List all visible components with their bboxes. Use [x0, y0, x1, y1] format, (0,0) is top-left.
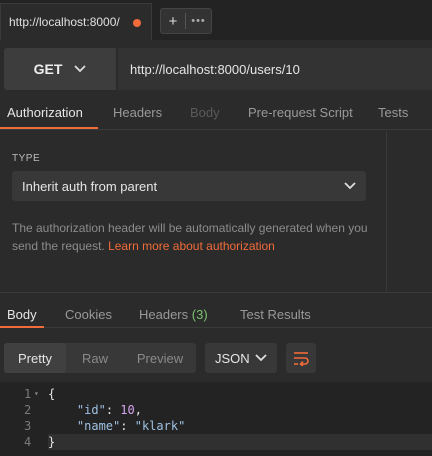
- response-tab-headers-label: Headers: [139, 307, 189, 322]
- code-line: "id": 10,: [76, 403, 142, 417]
- request-tabs: Authorization Headers Body Pre-request S…: [0, 100, 432, 130]
- request-tab-title: http://localhost:8000/: [9, 15, 120, 29]
- wrap-lines-button[interactable]: [286, 343, 316, 373]
- code-line: }: [48, 434, 432, 450]
- line-number: 1 ▾: [24, 386, 39, 402]
- chevron-down-icon: [255, 354, 267, 362]
- tab-body[interactable]: Body: [190, 105, 220, 120]
- tab-actions: + •••: [160, 8, 212, 34]
- view-raw-button[interactable]: Raw: [66, 343, 124, 373]
- auth-description: The authorization header will be automat…: [12, 219, 377, 255]
- code-line: "name": "klark": [76, 419, 186, 433]
- tab-bar: http://localhost:8000/ + •••: [0, 0, 432, 40]
- fold-arrow-icon[interactable]: ▾: [34, 386, 39, 402]
- format-select[interactable]: JSON: [205, 343, 277, 373]
- response-body-editor[interactable]: 1 ▾ 2 3 4 { "id": 10, "name": "klark" }: [0, 382, 432, 456]
- format-value: JSON: [215, 350, 250, 366]
- auth-type-value: Inherit auth from parent: [22, 178, 158, 194]
- tab-pre-request-script[interactable]: Pre-request Script: [248, 105, 353, 120]
- line-number: 4: [24, 435, 32, 449]
- active-tab-indicator: [0, 127, 98, 129]
- code-line: {: [48, 387, 56, 401]
- line-number: 2: [24, 403, 32, 417]
- request-tab[interactable]: http://localhost:8000/: [0, 3, 152, 40]
- request-url-row: GET: [0, 48, 432, 90]
- response-tab-cookies[interactable]: Cookies: [65, 307, 112, 322]
- line-number-gutter: 1 ▾ 2 3 4: [0, 386, 44, 450]
- method-label: GET: [33, 61, 63, 77]
- auth-type-label: TYPE: [12, 153, 41, 164]
- tab-tests[interactable]: Tests: [378, 105, 408, 120]
- headers-count-badge: (3): [191, 307, 208, 322]
- response-tabs: Body Cookies Headers (3) Test Results: [0, 302, 432, 328]
- url-input[interactable]: [118, 48, 432, 90]
- method-select[interactable]: GET: [4, 48, 116, 90]
- response-tab-test-results[interactable]: Test Results: [240, 307, 311, 322]
- active-response-tab-indicator: [0, 326, 44, 328]
- code-lines: { "id": 10, "name": "klark" }: [48, 386, 432, 450]
- wrap-lines-icon: [294, 352, 309, 366]
- tab-options-button[interactable]: •••: [186, 15, 211, 27]
- unsaved-indicator-icon: [133, 19, 141, 27]
- response-divider: [0, 292, 432, 293]
- tab-authorization[interactable]: Authorization: [7, 105, 83, 120]
- view-preview-button[interactable]: Preview: [124, 343, 196, 373]
- panel-divider: [386, 131, 387, 291]
- view-mode-group: Pretty Raw Preview: [4, 343, 196, 373]
- learn-more-link[interactable]: Learn more about authorization: [108, 239, 275, 253]
- tab-headers[interactable]: Headers: [113, 105, 162, 120]
- response-tab-headers[interactable]: Headers (3): [139, 307, 208, 322]
- auth-type-select[interactable]: Inherit auth from parent: [12, 171, 366, 201]
- chevron-down-icon: [344, 182, 356, 190]
- view-pretty-button[interactable]: Pretty: [4, 343, 66, 373]
- response-tab-body[interactable]: Body: [7, 307, 37, 322]
- new-tab-button[interactable]: +: [161, 13, 185, 30]
- line-number: 3: [24, 419, 32, 433]
- chevron-down-icon: [74, 65, 87, 73]
